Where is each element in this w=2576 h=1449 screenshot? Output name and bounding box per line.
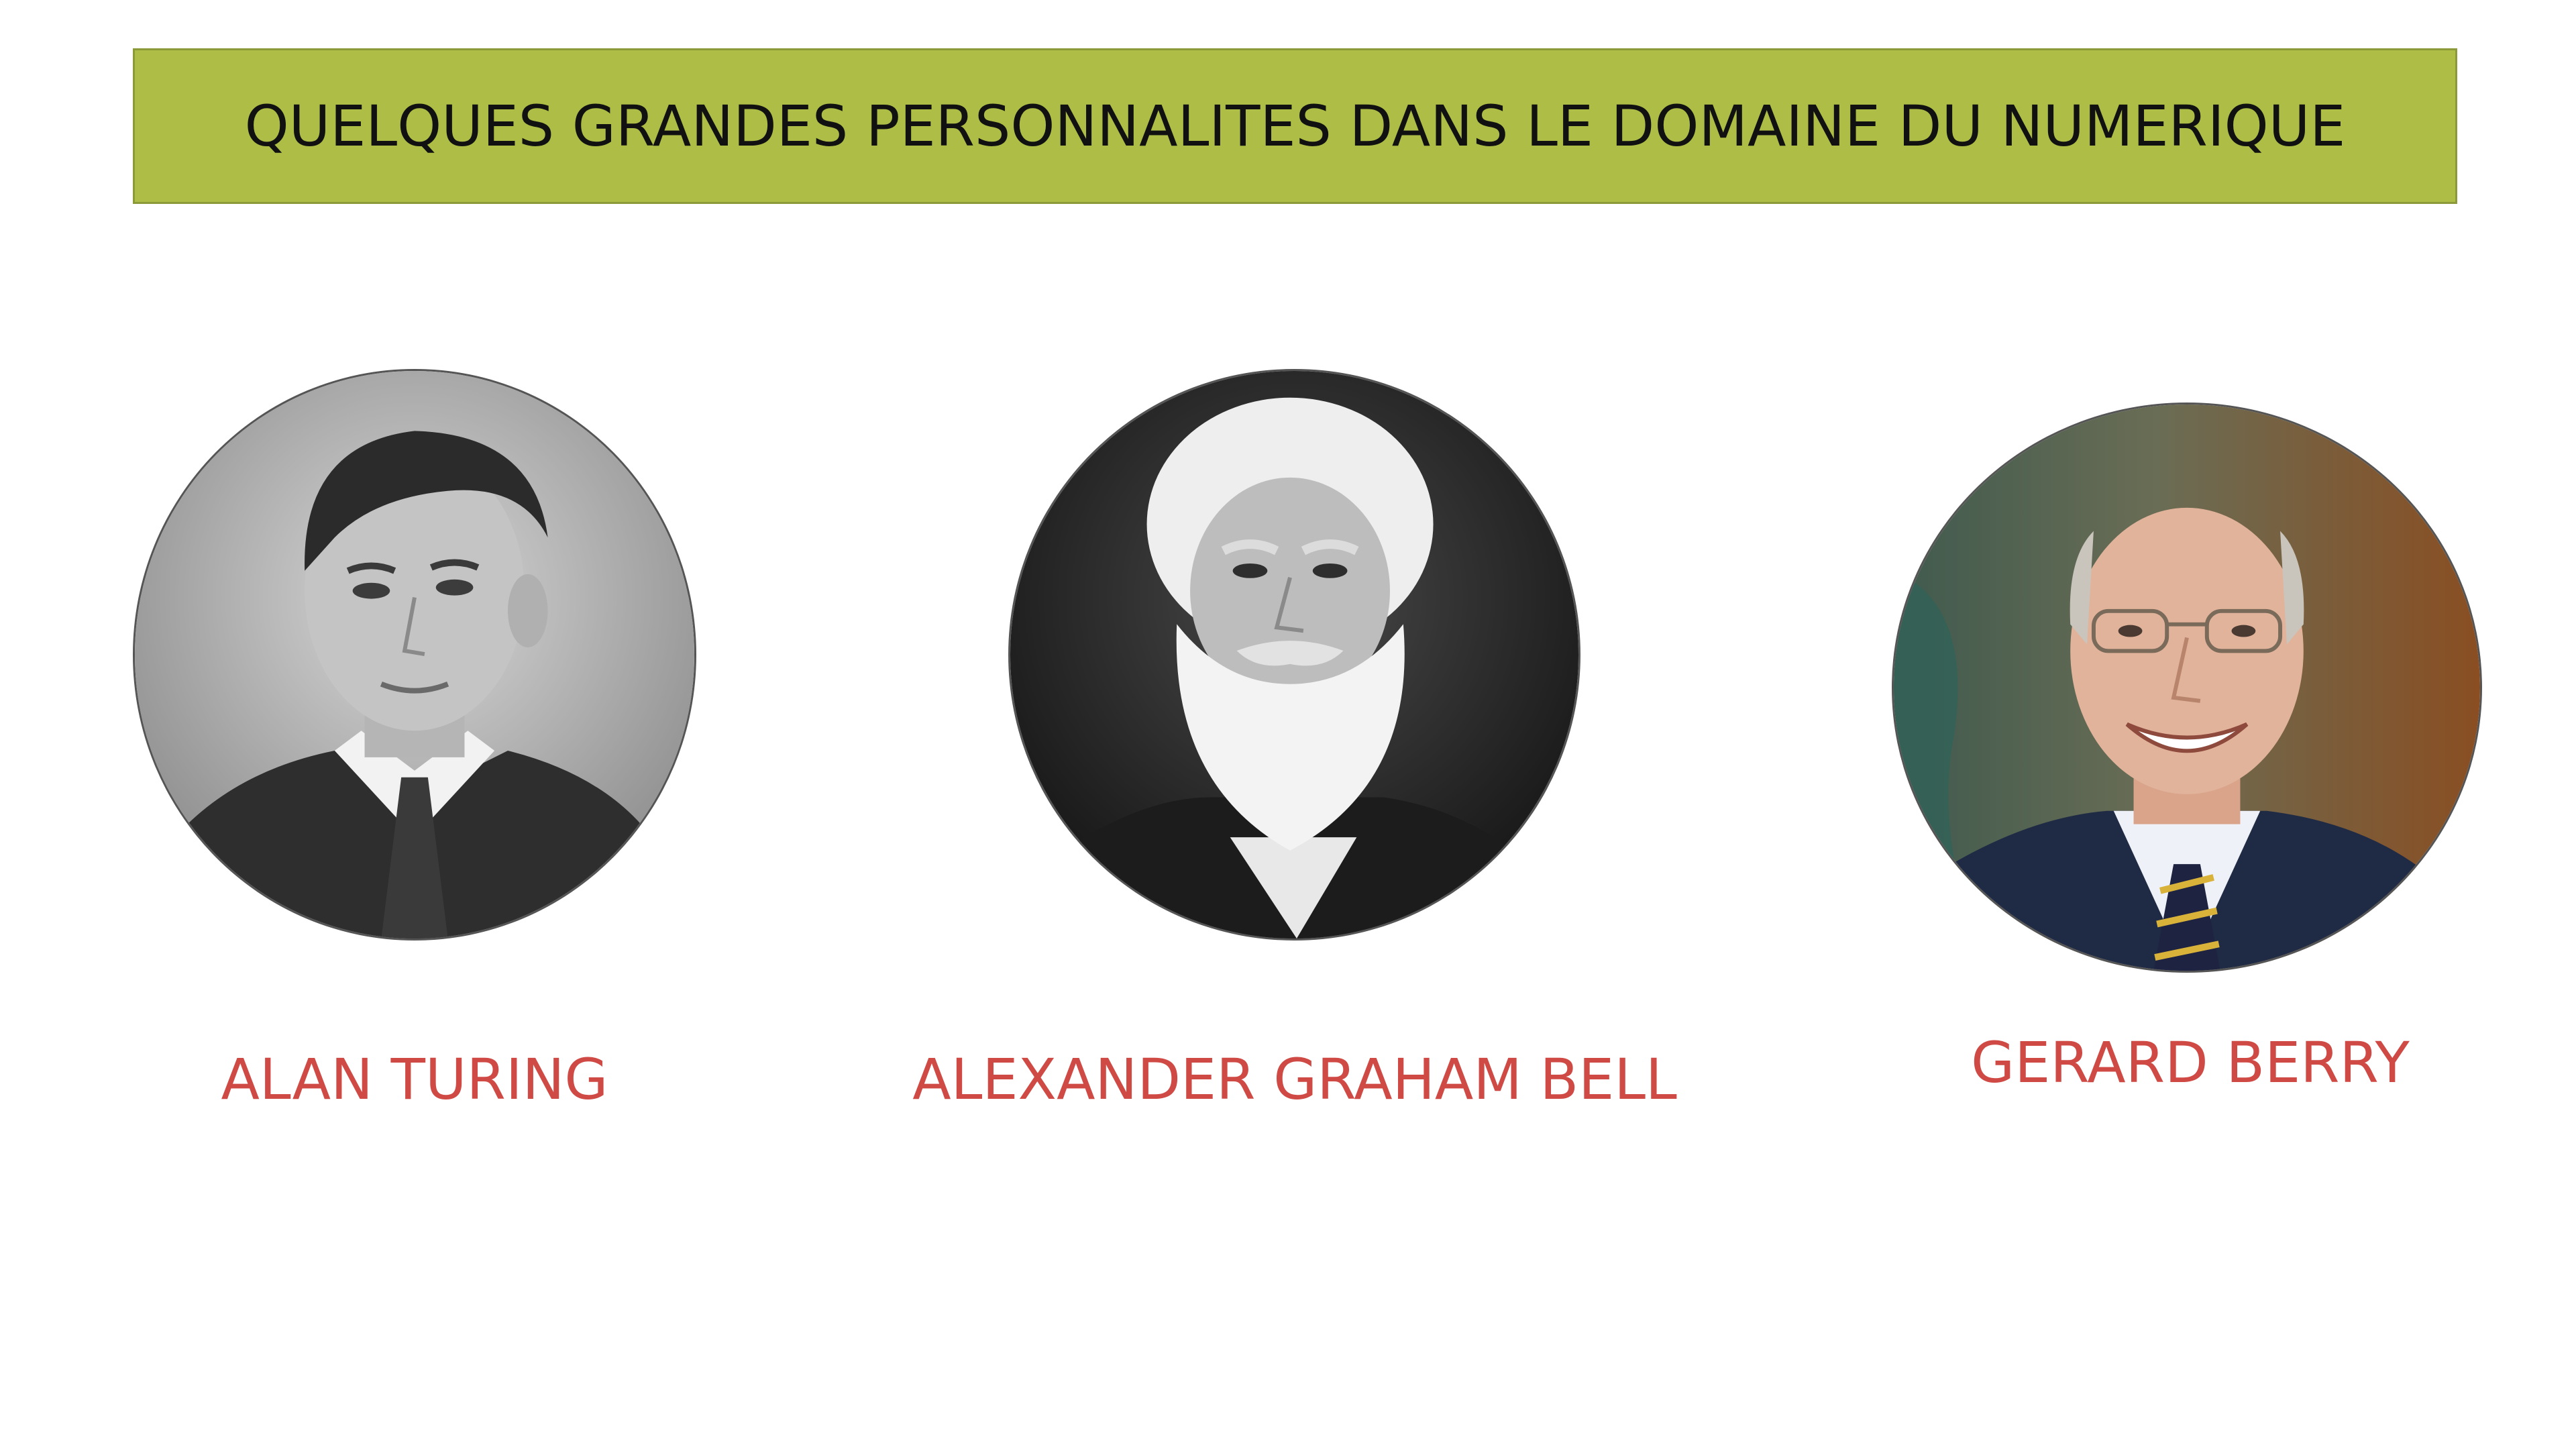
portrait-gerard-berry xyxy=(1892,402,2482,973)
name-alexander-graham-bell: ALEXANDER GRAHAM BELL xyxy=(912,1046,1677,1112)
portrait-alexander-graham-bell xyxy=(1008,369,1580,941)
portrait-alan-turing xyxy=(133,369,696,941)
title-banner: QUELQUES GRANDES PERSONNALITES DANS LE D… xyxy=(133,48,2457,204)
name-alan-turing: ALAN TURING xyxy=(221,1046,608,1112)
name-gerard-berry: GERARD BERRY xyxy=(1971,1030,2410,1095)
slide-title: QUELQUES GRANDES PERSONNALITES DANS LE D… xyxy=(244,93,2346,159)
